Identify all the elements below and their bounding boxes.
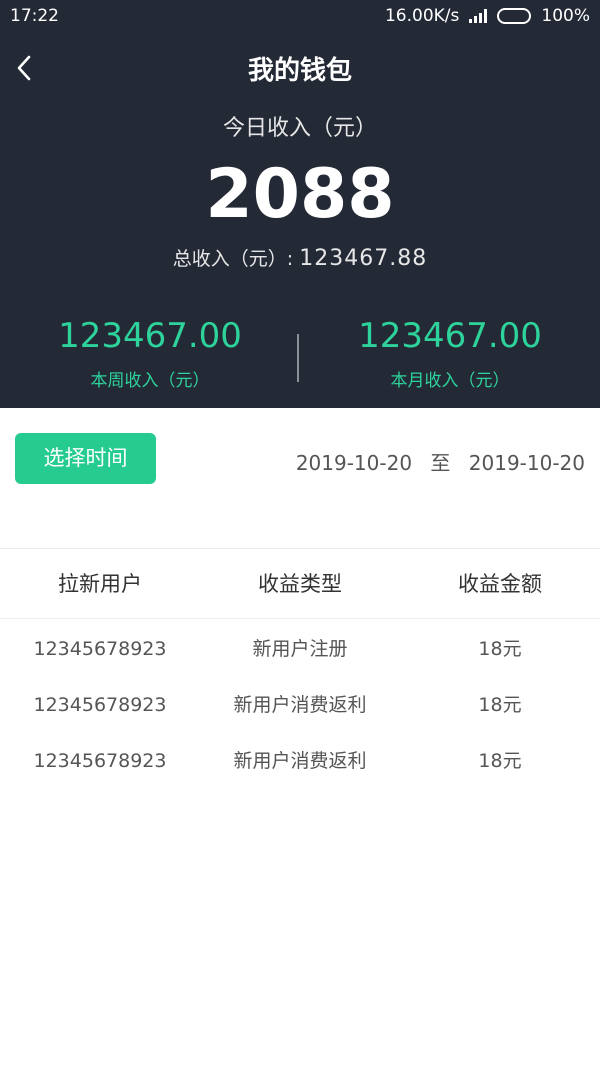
weekly-income-label: 本周收入（元） bbox=[90, 371, 210, 391]
table-row: 12345678923 新用户注册 18元 bbox=[0, 621, 600, 677]
monthly-income-value: 123467.00 bbox=[358, 316, 542, 356]
cell-type: 新用户消费返利 bbox=[233, 694, 367, 716]
cell-amount: 18元 bbox=[478, 638, 522, 660]
today-income-label: 今日收入（元） bbox=[222, 116, 377, 141]
column-header-new-user: 拉新用户 bbox=[58, 572, 142, 596]
table-row: 12345678923 新用户消费返利 18元 bbox=[0, 677, 600, 733]
select-time-button[interactable]: 选择时间 bbox=[15, 433, 156, 484]
cell-type: 新用户消费返利 bbox=[233, 750, 367, 772]
cell-type: 新用户注册 bbox=[252, 638, 348, 660]
stats-divider bbox=[297, 334, 299, 382]
signal-icon bbox=[469, 9, 488, 23]
cell-user: 12345678923 bbox=[33, 694, 167, 716]
network-speed: 16.00K/s bbox=[384, 6, 460, 26]
status-bar: 17:22 16.00K/s 100% bbox=[0, 0, 600, 34]
monthly-income-label: 本月收入（元） bbox=[390, 371, 510, 391]
weekly-income-value: 123467.00 bbox=[58, 316, 242, 356]
column-header-income-type: 收益类型 bbox=[258, 572, 342, 596]
status-right: 16.00K/s 100% bbox=[385, 6, 590, 26]
cell-user: 12345678923 bbox=[33, 638, 167, 660]
table-header: 拉新用户 收益类型 收益金额 bbox=[0, 549, 600, 619]
total-income-label: 总收入（元）: bbox=[172, 248, 294, 270]
total-income-value: 123467.88 bbox=[299, 246, 428, 271]
column-header-income-amount: 收益金额 bbox=[458, 572, 542, 596]
date-range[interactable]: 2019-10-20 至 2019-10-20 bbox=[296, 447, 585, 476]
monthly-income: 123467.00 本月收入（元） bbox=[300, 316, 600, 391]
table-row: 12345678923 新用户消费返利 18元 bbox=[0, 733, 600, 789]
today-income-value: 2088 bbox=[205, 155, 395, 234]
battery-level: 100% bbox=[541, 6, 590, 26]
total-income: 总收入（元）: 123467.88 bbox=[0, 244, 600, 271]
income-table-body: 12345678923 新用户注册 18元 12345678923 新用户消费返… bbox=[0, 621, 600, 789]
battery-icon bbox=[497, 8, 532, 24]
start-date: 2019-10-20 bbox=[295, 451, 413, 475]
date-separator: 至 bbox=[430, 451, 451, 475]
end-date: 2019-10-20 bbox=[468, 451, 585, 475]
cell-user: 12345678923 bbox=[33, 750, 167, 772]
cell-amount: 18元 bbox=[478, 750, 522, 772]
cell-amount: 18元 bbox=[478, 694, 522, 716]
status-time: 17:22 bbox=[10, 6, 59, 26]
wallet-header: 17:22 16.00K/s 100% 我的钱包 今日收入（元） 2088 总收… bbox=[0, 0, 600, 408]
weekly-income: 123467.00 本周收入（元） bbox=[0, 316, 300, 391]
page-title: 我的钱包 bbox=[247, 56, 352, 86]
